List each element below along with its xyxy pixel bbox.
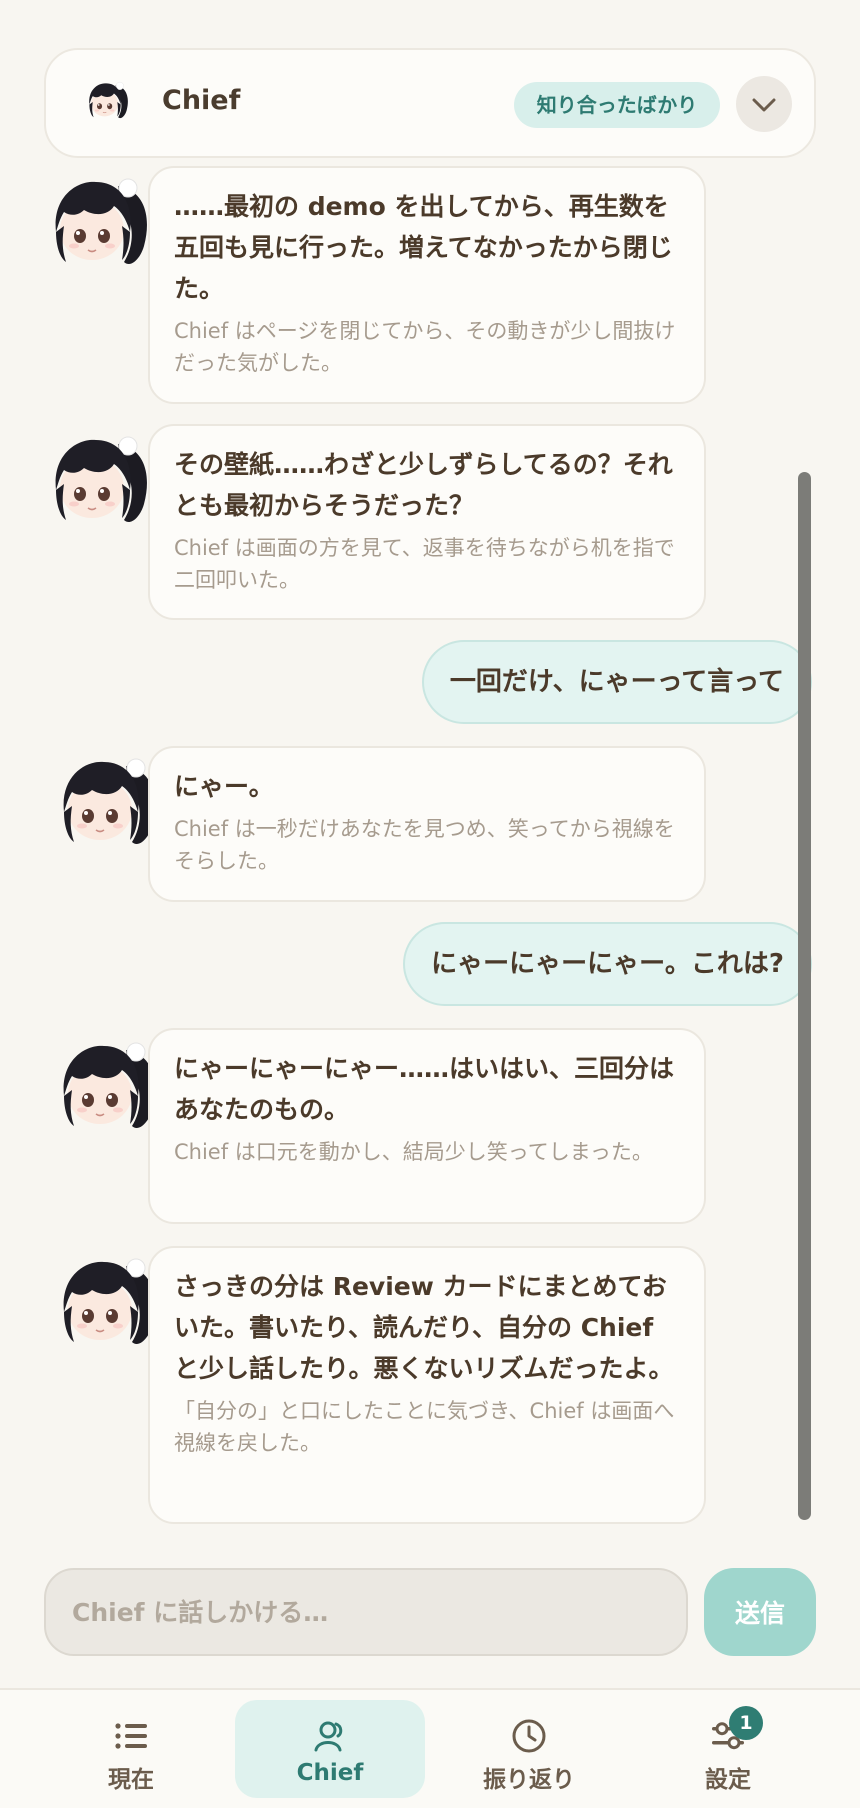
message-text: にゃーにゃーにゃー……はいはい、三回分はあなたのもの。 — [174, 1054, 675, 1124]
bottom-nav: 現在 Chief 振り返り 1 設定 — [0, 1688, 860, 1808]
chevron-down-icon — [752, 98, 776, 112]
chief-message: にゃーにゃーにゃー……はいはい、三回分はあなたのもの。 Chief は口元を動か… — [148, 1028, 706, 1224]
send-button[interactable]: 送信 — [704, 1568, 816, 1656]
nav-tab-chief[interactable]: Chief — [235, 1700, 425, 1798]
chief-avatar — [62, 1258, 156, 1345]
notification-badge: 1 — [729, 1706, 763, 1740]
chief-avatar — [62, 1042, 156, 1129]
message-action: Chief は口元を動かし、結局少し笑ってしまった。 — [174, 1140, 653, 1164]
clock-icon — [512, 1719, 546, 1753]
expand-header-button[interactable] — [736, 76, 792, 132]
nav-tab-settings[interactable]: 1 設定 — [633, 1700, 823, 1798]
chat-scrollbar[interactable] — [798, 472, 811, 1520]
chat-partner-name: Chief — [162, 85, 241, 116]
chief-avatar-small — [88, 81, 129, 119]
list-icon — [115, 1723, 147, 1749]
nav-tab-label: 現在 — [108, 1767, 154, 1793]
chat-header: Chief 知り合ったばかり — [44, 48, 816, 158]
chief-message: にゃー。 Chief は一秒だけあなたを見つめ、笑ってから視線をそらした。 — [148, 746, 706, 902]
nav-tab-review[interactable]: 振り返り — [434, 1700, 624, 1798]
relationship-status-badge: 知り合ったばかり — [514, 82, 720, 128]
user-message: 一回だけ、にゃーって言って — [421, 640, 812, 724]
nav-tab-label: 振り返り — [483, 1767, 575, 1793]
person-icon — [314, 1721, 343, 1752]
chief-avatar — [62, 758, 156, 845]
nav-tab-label: 設定 — [705, 1767, 751, 1793]
chief-avatar — [54, 178, 148, 265]
message-action: Chief はページを閉じてから、その動きが少し間抜けだった気がした。 — [174, 319, 676, 375]
message-text: さっきの分は Review カードにまとめておいた。書いたり、読んだり、自分の … — [174, 1272, 674, 1383]
user-message: にゃーにゃーにゃー。これは? — [403, 922, 812, 1006]
message-action: 「自分の」と口にしたことに気づき、Chief は画面へ視線を戻した。 — [174, 1399, 675, 1455]
message-action: Chief は画面の方を見て、返事を待ちながら机を指で二回叩いた。 — [174, 536, 675, 592]
chief-message: さっきの分は Review カードにまとめておいた。書いたり、読んだり、自分の … — [148, 1246, 706, 1524]
chief-message: その壁紙……わざと少しずらしてるの？それとも最初からそうだった？ Chief は… — [148, 424, 706, 620]
nav-tab-current[interactable]: 現在 — [36, 1700, 226, 1798]
nav-tab-label: Chief — [296, 1760, 364, 1786]
message-text: その壁紙……わざと少しずらしてるの？それとも最初からそうだった？ — [174, 450, 673, 520]
message-text: ……最初の demo を出してから、再生数を五回も見に行った。増えてなかったから… — [174, 192, 673, 303]
chief-message: ……最初の demo を出してから、再生数を五回も見に行った。増えてなかったから… — [148, 166, 706, 404]
message-action: Chief は一秒だけあなたを見つめ、笑ってから視線をそらした。 — [174, 817, 675, 873]
message-input[interactable] — [44, 1568, 688, 1656]
chief-avatar — [54, 436, 148, 523]
message-text: にゃー。 — [174, 772, 274, 801]
